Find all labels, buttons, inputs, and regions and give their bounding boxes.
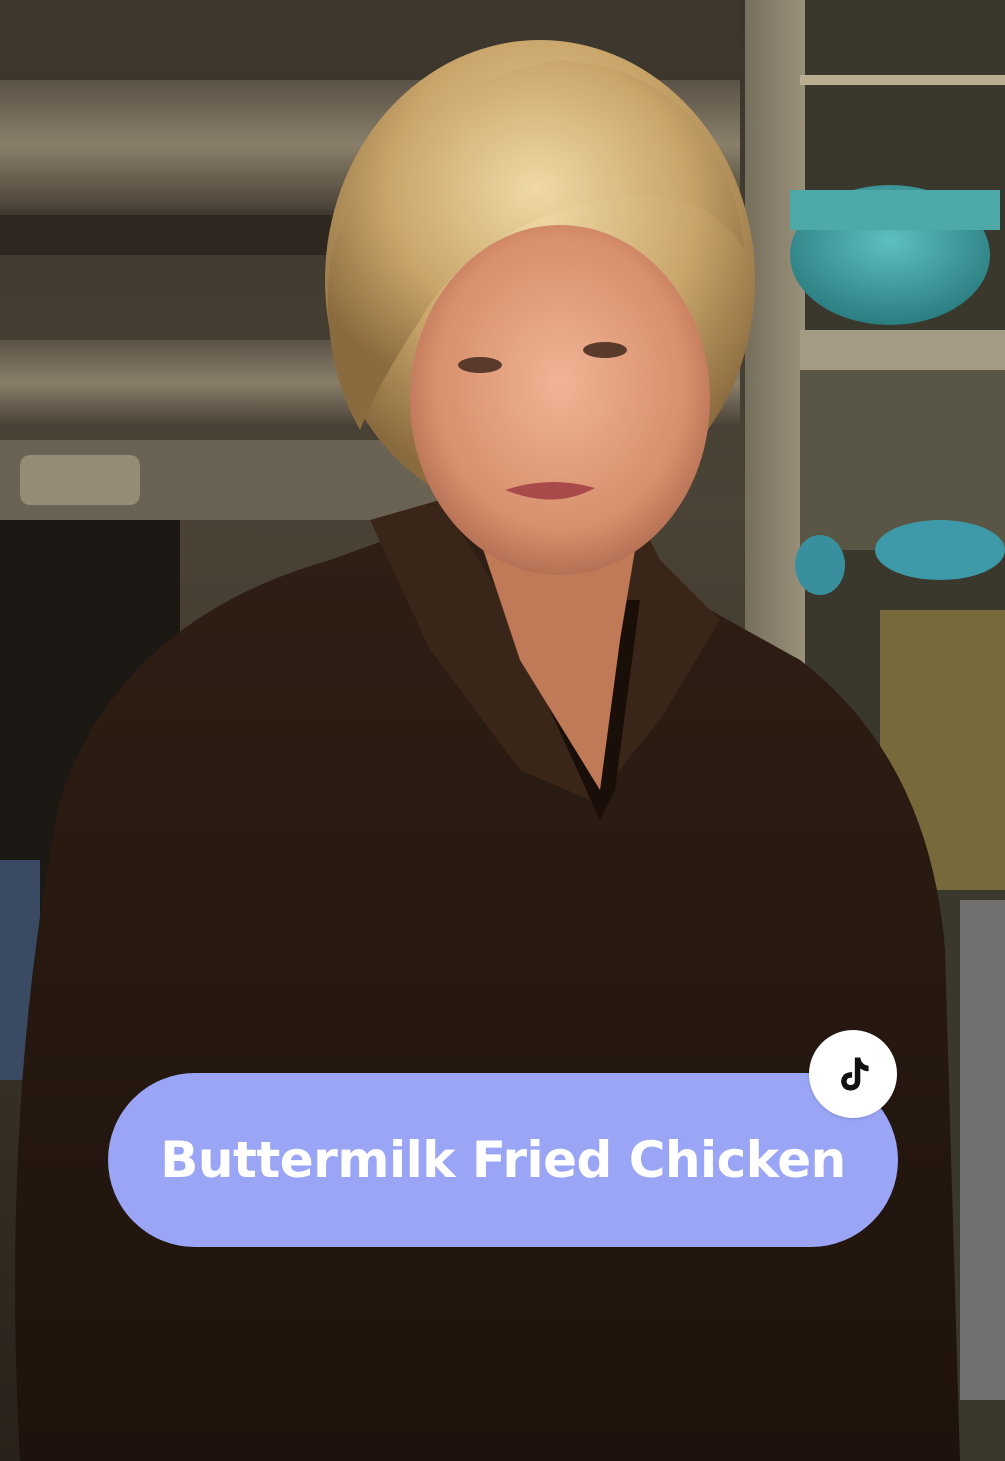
tiktok-logo-icon — [841, 1057, 869, 1091]
tiktok-badge[interactable] — [809, 1030, 897, 1118]
video-player[interactable]: Buttermilk Fried Chicken — [0, 0, 1005, 1461]
caption-title: Buttermilk Fried Chicken — [160, 1131, 846, 1189]
caption-pill: Buttermilk Fried Chicken — [108, 1073, 898, 1247]
